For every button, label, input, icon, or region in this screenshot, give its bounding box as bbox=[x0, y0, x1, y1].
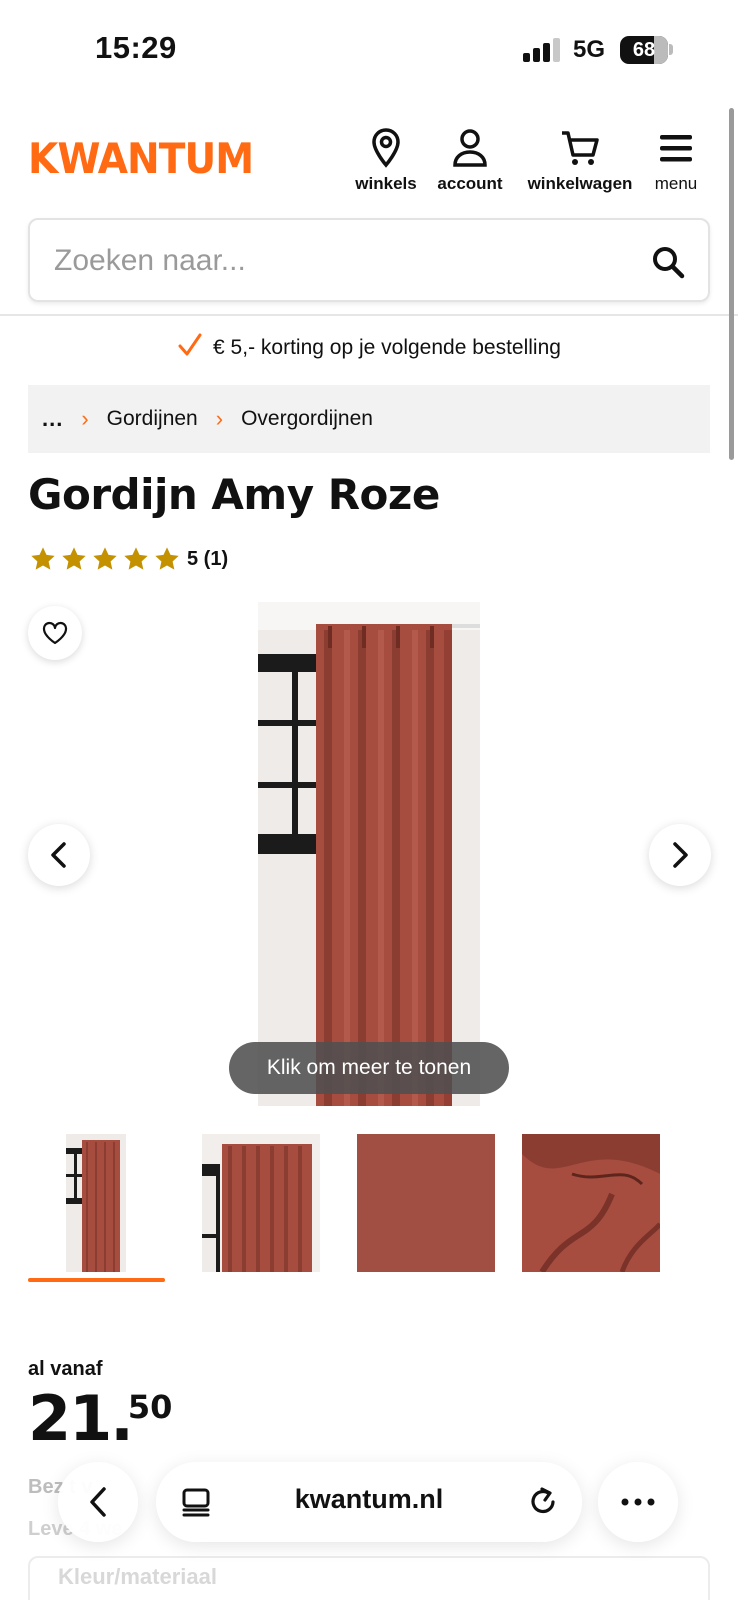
location-pin-icon bbox=[350, 126, 422, 170]
browser-more-button[interactable] bbox=[598, 1462, 678, 1542]
star-icon bbox=[93, 547, 117, 570]
checkmark-icon bbox=[177, 332, 203, 364]
variant-selector[interactable]: Kleur/materiaal bbox=[28, 1556, 710, 1600]
nav-winkels[interactable]: winkels bbox=[350, 126, 422, 194]
product-main-image[interactable] bbox=[258, 602, 480, 1106]
breadcrumb-ellipsis[interactable]: ... bbox=[42, 406, 63, 432]
thumbnail-3[interactable] bbox=[357, 1134, 495, 1272]
gallery-prev-button[interactable] bbox=[28, 824, 90, 886]
price-label: al vanaf bbox=[28, 1358, 103, 1380]
promo-banner: € 5,- korting op je volgende bestelling bbox=[0, 332, 738, 364]
nav-menu[interactable]: menu bbox=[648, 126, 704, 194]
nav-label: winkels bbox=[355, 174, 417, 193]
product-gallery: Klik om meer te tonen bbox=[0, 600, 738, 1110]
promo-text: € 5,- korting op je volgende bestelling bbox=[213, 336, 561, 359]
star-icon bbox=[62, 547, 86, 570]
chevron-right-icon: › bbox=[215, 406, 224, 431]
user-icon bbox=[428, 126, 512, 170]
reload-icon[interactable] bbox=[526, 1484, 560, 1518]
battery-icon: 68 bbox=[620, 36, 668, 64]
chevron-right-icon bbox=[673, 842, 688, 868]
hamburger-icon bbox=[648, 126, 704, 170]
product-rating[interactable]: 5 (1) bbox=[28, 545, 228, 573]
chevron-left-icon bbox=[51, 842, 66, 868]
thumbnail-4[interactable] bbox=[522, 1134, 660, 1272]
price-euros: 21. bbox=[28, 1382, 134, 1455]
chevron-left-icon bbox=[90, 1487, 106, 1517]
search-input[interactable] bbox=[54, 238, 614, 284]
site-header: KWANTUM winkels account winkelwagen menu bbox=[0, 120, 738, 200]
gallery-tooltip[interactable]: Klik om meer te tonen bbox=[229, 1042, 509, 1094]
price-cents: 50 bbox=[127, 1388, 173, 1426]
heart-icon bbox=[42, 621, 68, 645]
breadcrumb-item-gordijnen[interactable]: Gordijnen bbox=[107, 407, 198, 431]
breadcrumb: ... › Gordijnen › Overgordijnen bbox=[28, 385, 710, 453]
product-page: 15:29 5G 68 KWANTUM winkels account wink… bbox=[0, 0, 738, 1600]
divider bbox=[0, 314, 738, 316]
kwantum-logo[interactable]: KWANTUM bbox=[28, 134, 254, 183]
scrollbar[interactable] bbox=[729, 108, 734, 460]
browser-address-bar[interactable]: kwantum.nl bbox=[156, 1462, 582, 1542]
gallery-next-button[interactable] bbox=[649, 824, 711, 886]
chevron-right-icon: › bbox=[81, 406, 89, 431]
favorite-button[interactable] bbox=[28, 606, 82, 660]
thumbnail-2[interactable] bbox=[202, 1134, 320, 1272]
nav-label: menu bbox=[654, 174, 698, 193]
nav-label: winkelwagen bbox=[527, 174, 633, 193]
star-icon bbox=[31, 547, 55, 570]
search-icon[interactable] bbox=[650, 244, 686, 280]
thumbnail-selected-indicator bbox=[28, 1278, 165, 1282]
rating-text: 5 (1) bbox=[187, 547, 229, 570]
thumbnail-1[interactable] bbox=[66, 1134, 126, 1272]
network-type: 5G bbox=[573, 36, 606, 63]
status-bar: 15:29 5G 68 bbox=[0, 0, 738, 100]
variant-label: Kleur/materiaal bbox=[58, 1564, 217, 1589]
cart-icon bbox=[518, 126, 642, 170]
cellular-signal-icon bbox=[523, 38, 563, 62]
search-bar bbox=[28, 218, 710, 302]
nav-winkelwagen[interactable]: winkelwagen bbox=[518, 126, 642, 194]
battery-level: 68 bbox=[632, 39, 656, 61]
browser-url[interactable]: kwantum.nl bbox=[156, 1484, 582, 1515]
browser-back-button[interactable] bbox=[58, 1462, 138, 1542]
product-title: Gordijn Amy Roze bbox=[28, 470, 440, 519]
nav-account[interactable]: account bbox=[428, 126, 512, 194]
breadcrumb-item-overgordijnen[interactable]: Overgordijnen bbox=[241, 407, 373, 431]
star-icon bbox=[124, 547, 148, 570]
thumbnail-strip bbox=[0, 1134, 738, 1284]
star-icon bbox=[155, 547, 179, 570]
status-time: 15:29 bbox=[95, 30, 177, 65]
more-icon bbox=[621, 1498, 655, 1506]
product-price: 21.50 bbox=[28, 1382, 172, 1455]
nav-label: account bbox=[437, 174, 503, 193]
